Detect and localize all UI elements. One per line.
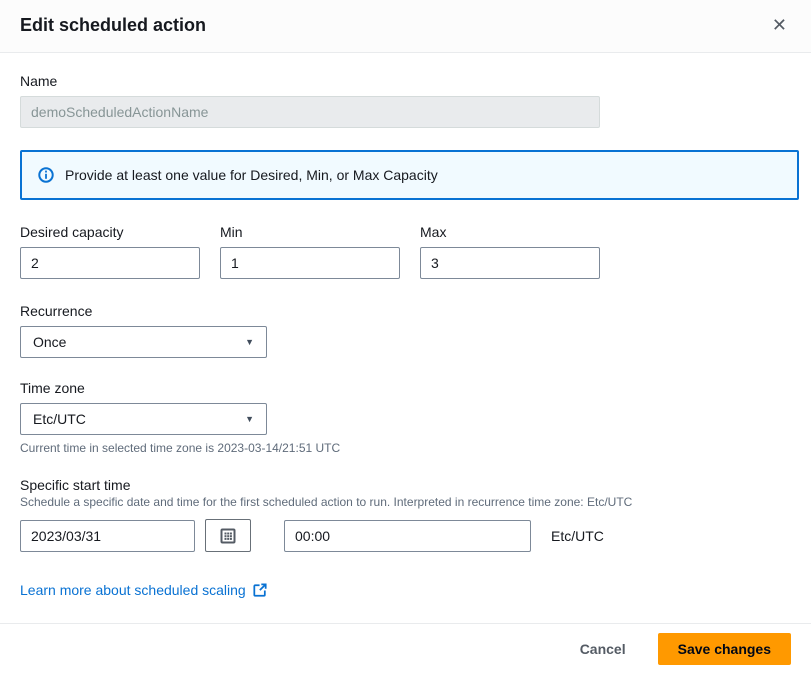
learn-more-link[interactable]: Learn more about scheduled scaling <box>20 582 267 598</box>
desired-capacity-input[interactable] <box>20 247 200 279</box>
alert-text: Provide at least one value for Desired, … <box>65 167 438 183</box>
capacity-row: Desired capacity Min Max <box>20 224 791 279</box>
modal-header: Edit scheduled action ✕ <box>0 0 811 53</box>
close-button[interactable]: ✕ <box>768 12 791 38</box>
cancel-button[interactable]: Cancel <box>576 635 630 663</box>
min-capacity-label: Min <box>220 224 400 240</box>
min-capacity-field-group: Min <box>220 224 400 279</box>
modal-footer: Cancel Save changes <box>0 623 811 679</box>
info-alert: Provide at least one value for Desired, … <box>20 150 799 200</box>
modal-body: Name Provide at least one value for Desi… <box>0 53 811 623</box>
start-time-description: Schedule a specific date and time for th… <box>20 495 791 509</box>
start-date-input[interactable] <box>20 520 195 552</box>
max-capacity-field-group: Max <box>420 224 600 279</box>
max-capacity-input[interactable] <box>420 247 600 279</box>
name-label: Name <box>20 73 791 89</box>
close-icon: ✕ <box>772 15 787 35</box>
modal-title: Edit scheduled action <box>20 15 206 36</box>
desired-capacity-field-group: Desired capacity <box>20 224 200 279</box>
recurrence-label: Recurrence <box>20 303 791 319</box>
recurrence-select[interactable]: Once ▼ <box>20 326 267 358</box>
calendar-button[interactable] <box>205 519 251 552</box>
caret-down-icon: ▼ <box>245 415 254 424</box>
info-icon <box>38 167 54 183</box>
desired-capacity-label: Desired capacity <box>20 224 200 240</box>
edit-scheduled-action-modal: { "modal": { "title": "Edit scheduled ac… <box>0 0 811 679</box>
name-field-group: Name <box>20 73 791 128</box>
timezone-selected-value: Etc/UTC <box>33 411 86 427</box>
name-input <box>20 96 600 128</box>
caret-down-icon: ▼ <box>245 338 254 347</box>
save-changes-button[interactable]: Save changes <box>658 633 791 665</box>
timezone-suffix-text: Etc/UTC <box>551 528 604 544</box>
max-capacity-label: Max <box>420 224 600 240</box>
start-time-input[interactable] <box>284 520 531 552</box>
start-time-field-group: Specific start time Schedule a specific … <box>20 477 791 552</box>
learn-more-link-text: Learn more about scheduled scaling <box>20 582 246 598</box>
timezone-label: Time zone <box>20 380 791 396</box>
start-time-label: Specific start time <box>20 477 791 493</box>
timezone-helper-text: Current time in selected time zone is 20… <box>20 441 791 455</box>
timezone-field-group: Time zone Etc/UTC ▼ Current time in sele… <box>20 380 791 455</box>
start-time-row: Etc/UTC <box>20 519 791 552</box>
recurrence-field-group: Recurrence Once ▼ <box>20 303 791 358</box>
recurrence-selected-value: Once <box>33 334 66 350</box>
external-link-icon <box>253 583 267 597</box>
min-capacity-input[interactable] <box>220 247 400 279</box>
timezone-select[interactable]: Etc/UTC ▼ <box>20 403 267 435</box>
calendar-icon <box>220 528 236 544</box>
